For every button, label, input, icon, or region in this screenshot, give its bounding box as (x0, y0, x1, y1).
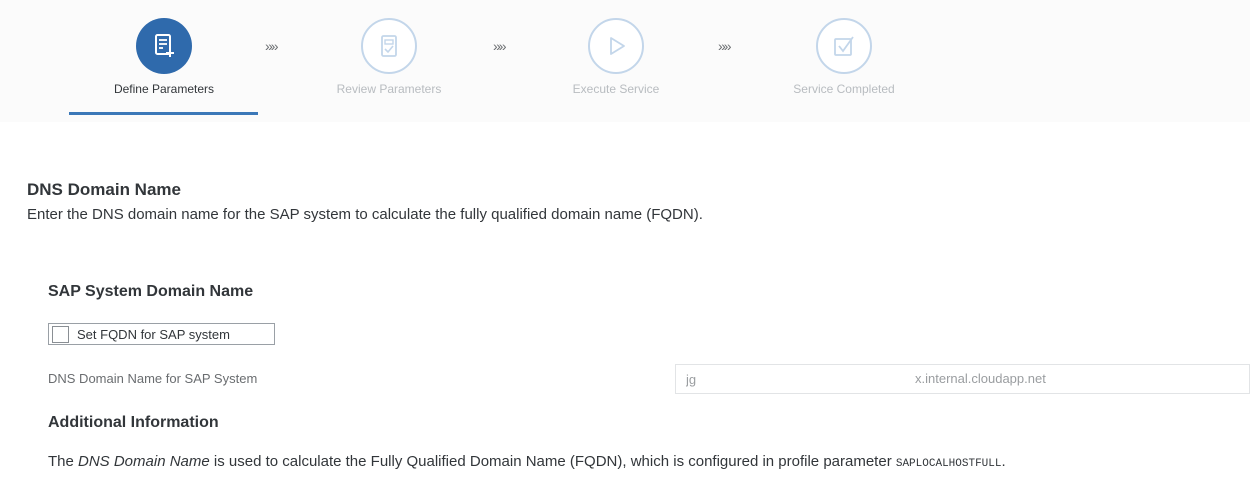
step-define-parameters[interactable]: Define Parameters (69, 18, 259, 96)
additional-info-title: Additional Information (48, 414, 219, 431)
dns-domain-value-suffix: x.internal.cloudapp.net (915, 371, 1046, 386)
step-label: Service Completed (793, 82, 895, 96)
step-circle (136, 18, 192, 74)
active-step-underline (69, 112, 258, 115)
checkbox-label[interactable]: Set FQDN for SAP system (77, 327, 230, 342)
chevron-separator-icon: »» (718, 38, 732, 54)
section-description: Enter the DNS domain name for the SAP sy… (27, 206, 703, 223)
redacted-mask (705, 369, 900, 389)
form-add-icon (155, 34, 174, 57)
step-service-completed[interactable]: Service Completed (749, 18, 939, 96)
text-part: . (1001, 453, 1006, 470)
set-fqdn-checkbox[interactable]: Set FQDN for SAP system (48, 323, 275, 345)
checkbox-box[interactable] (52, 325, 69, 343)
step-label: Execute Service (572, 82, 660, 96)
play-icon (610, 37, 625, 55)
step-label: Define Parameters (113, 82, 215, 96)
step-circle (588, 18, 644, 74)
step-label: Review Parameters (336, 82, 442, 96)
text-part: is used to calculate the Fully Qualified… (209, 453, 896, 470)
text-emphasis: DNS Domain Name (78, 453, 210, 470)
chevron-separator-icon: »» (265, 38, 279, 54)
chevron-separator-icon: »» (493, 38, 507, 54)
document-check-icon (381, 35, 397, 57)
step-execute-service[interactable]: Execute Service (521, 18, 711, 96)
dns-domain-field-label: DNS Domain Name for SAP System (48, 371, 258, 386)
step-circle (361, 18, 417, 74)
profile-parameter-name: SAPLOCALHOSTFULL (895, 458, 1002, 470)
wizard-progress-bar: Define Parameters »» Review Parameters »… (0, 0, 1250, 122)
text-part: The (48, 453, 79, 470)
additional-info-text: The DNS Domain Name is used to calculate… (48, 453, 1006, 470)
section-title: DNS Domain Name (27, 180, 181, 199)
step-circle (816, 18, 872, 74)
checkbox-check-icon (834, 36, 854, 56)
group-title: SAP System Domain Name (48, 283, 254, 300)
step-review-parameters[interactable]: Review Parameters (294, 18, 484, 96)
